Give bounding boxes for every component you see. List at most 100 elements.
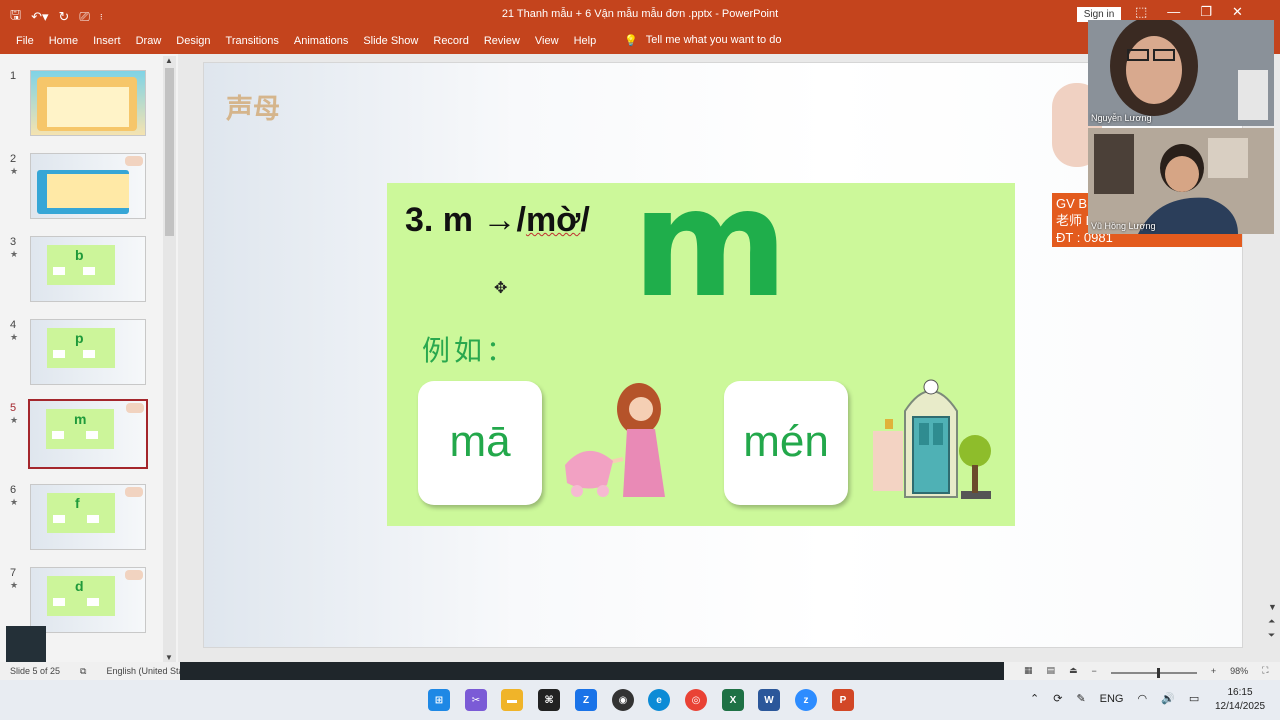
thumbnail-number: 6	[10, 484, 17, 496]
zoom-app-icon[interactable]: z	[795, 689, 817, 711]
participant-video	[1088, 20, 1274, 126]
close-icon[interactable]: ✕	[1232, 4, 1243, 20]
minimize-icon[interactable]: —	[1167, 4, 1180, 20]
scroll-up-icon[interactable]: ▲	[165, 56, 173, 65]
thumbnail-scrollbar[interactable]: ▲ ▼	[163, 56, 176, 662]
thumbnail-slide-4[interactable]: 4 ★ p	[8, 319, 158, 391]
lesson-heading: 3. m →/mờ/	[405, 201, 590, 240]
previous-slide-icon[interactable]: ⏶	[1268, 616, 1275, 627]
card-text: mā	[449, 417, 511, 466]
tab-animations[interactable]: Animations	[294, 35, 348, 47]
tab-slide-show[interactable]: Slide Show	[363, 35, 418, 47]
fit-slide-icon[interactable]: ⛶	[1262, 665, 1268, 676]
slide-counter[interactable]: Slide 5 of 25	[10, 666, 60, 677]
pen-icon[interactable]: ✎	[1076, 692, 1085, 705]
thumbnail-image: b	[30, 236, 146, 302]
tab-file[interactable]: File	[16, 35, 34, 47]
scroll-thumb[interactable]	[165, 68, 174, 236]
mother-stroller-image	[565, 383, 665, 497]
thumbnail-slide-2[interactable]: 2 ★	[8, 153, 158, 225]
status-bar: Slide 5 of 25 ⧉ English (United States) …	[0, 662, 1280, 680]
thumbnail-letter: m	[74, 411, 87, 427]
thumbnail-image	[30, 70, 146, 136]
tab-draw[interactable]: Draw	[136, 35, 162, 47]
example-card-men: mén	[724, 381, 848, 505]
clock[interactable]: 16:15 12/14/2025	[1208, 686, 1272, 714]
start-icon[interactable]: ⊞	[428, 689, 450, 711]
tab-home[interactable]: Home	[49, 35, 78, 47]
tell-me-box[interactable]: 💡 Tell me what you want to do	[624, 34, 781, 47]
tab-design[interactable]: Design	[176, 35, 210, 47]
tell-me-label: Tell me what you want to do	[645, 34, 782, 46]
snipping-tool-icon[interactable]: ✂	[465, 689, 487, 711]
thumbnail-letter: p	[75, 330, 84, 346]
edge-icon[interactable]: e	[648, 689, 670, 711]
lightbulb-icon: 💡	[624, 35, 638, 47]
participant-video	[1088, 128, 1274, 234]
accessibility-icon[interactable]: ⧉	[80, 666, 86, 677]
tab-record[interactable]: Record	[433, 35, 468, 47]
big-letter: m	[632, 157, 789, 331]
next-slide-icon[interactable]: ⏷	[1268, 630, 1275, 641]
video-tile-1[interactable]: Nguyễn Lương	[1088, 20, 1274, 126]
word-icon[interactable]: W	[758, 689, 780, 711]
zoom-level[interactable]: 98%	[1230, 666, 1248, 676]
chrome-icon[interactable]: ◎	[685, 689, 707, 711]
obs-icon[interactable]: ◉	[612, 689, 634, 711]
lesson-panel: 3. m →/mờ/ m 例如： mā mén	[387, 169, 1015, 526]
tab-transitions[interactable]: Transitions	[226, 35, 279, 47]
current-slide[interactable]: 声母 GV Bi 老师 L ĐT : 0981 3. m →/mờ/ m 例如：…	[203, 62, 1243, 648]
capcut-icon[interactable]: ⌘	[538, 689, 560, 711]
tab-view[interactable]: View	[535, 35, 559, 47]
excel-icon[interactable]: X	[722, 689, 744, 711]
battery-icon[interactable]: ▭	[1189, 692, 1199, 705]
zoom-in-icon[interactable]: +	[1211, 666, 1216, 676]
thumbnail-slide-1[interactable]: 1	[8, 70, 158, 142]
powerpoint-icon[interactable]: P	[832, 689, 854, 711]
zoom-knob[interactable]	[1156, 668, 1160, 678]
animation-star-icon: ★	[10, 580, 19, 590]
participant-name: Nguyễn Lương	[1091, 113, 1152, 123]
animation-star-icon: ★	[10, 415, 19, 425]
door-image	[873, 379, 991, 499]
input-language[interactable]: ENG	[1100, 693, 1124, 705]
thumbnail-slide-3[interactable]: 3 ★ b	[8, 236, 158, 308]
thumbnail-number: 5	[10, 402, 17, 414]
clock-time: 16:15	[1227, 687, 1253, 698]
card-text: mén	[743, 417, 829, 466]
reading-view-icon[interactable]: ▤	[1047, 665, 1056, 676]
zalo-icon[interactable]: Z	[575, 689, 597, 711]
tab-insert[interactable]: Insert	[93, 35, 121, 47]
scroll-down-icon[interactable]: ▼	[1268, 602, 1277, 612]
thumbnail-slide-5[interactable]: 5 ★ m	[8, 399, 158, 474]
thumbnail-slide-6[interactable]: 6 ★ f	[8, 484, 158, 556]
restore-icon[interactable]: ❐	[1200, 4, 1212, 20]
video-tile-2[interactable]: Vũ Hồng Lượng	[1088, 128, 1274, 234]
wifi-icon[interactable]: ◠	[1138, 692, 1148, 705]
slide-show-icon[interactable]: ⏏	[1069, 665, 1078, 676]
thumbnail-image: f	[30, 484, 146, 550]
zoom-out-icon[interactable]: −	[1092, 666, 1097, 676]
thumbnail-number: 2	[10, 153, 17, 165]
section-title: 声母	[226, 94, 280, 125]
scroll-down-icon[interactable]: ▼	[165, 653, 173, 662]
ribbon-display-icon[interactable]: ⬚	[1135, 4, 1147, 20]
sync-icon[interactable]: ⟳	[1053, 692, 1062, 705]
heading-word: mờ	[525, 201, 581, 239]
zoom-slider[interactable]	[1110, 668, 1197, 678]
thumbnail-image: m	[28, 399, 148, 469]
normal-view-icon[interactable]: ▦	[1024, 665, 1033, 676]
heading-prefix: 3. m →/	[405, 201, 526, 239]
thumbnail-number: 1	[10, 70, 17, 82]
animation-star-icon: ★	[10, 332, 19, 342]
file-explorer-icon[interactable]: ▬	[501, 689, 523, 711]
thumbnail-letter: b	[75, 247, 84, 263]
heading-suffix: /	[580, 201, 590, 239]
animation-star-icon: ★	[10, 497, 19, 507]
chevron-up-icon[interactable]: ⌃	[1030, 692, 1039, 705]
tab-review[interactable]: Review	[484, 35, 520, 47]
volume-icon[interactable]: 🔊	[1161, 692, 1175, 705]
animation-star-icon: ★	[10, 249, 19, 259]
tab-help[interactable]: Help	[574, 35, 597, 47]
thumbnail-number: 4	[10, 319, 17, 331]
